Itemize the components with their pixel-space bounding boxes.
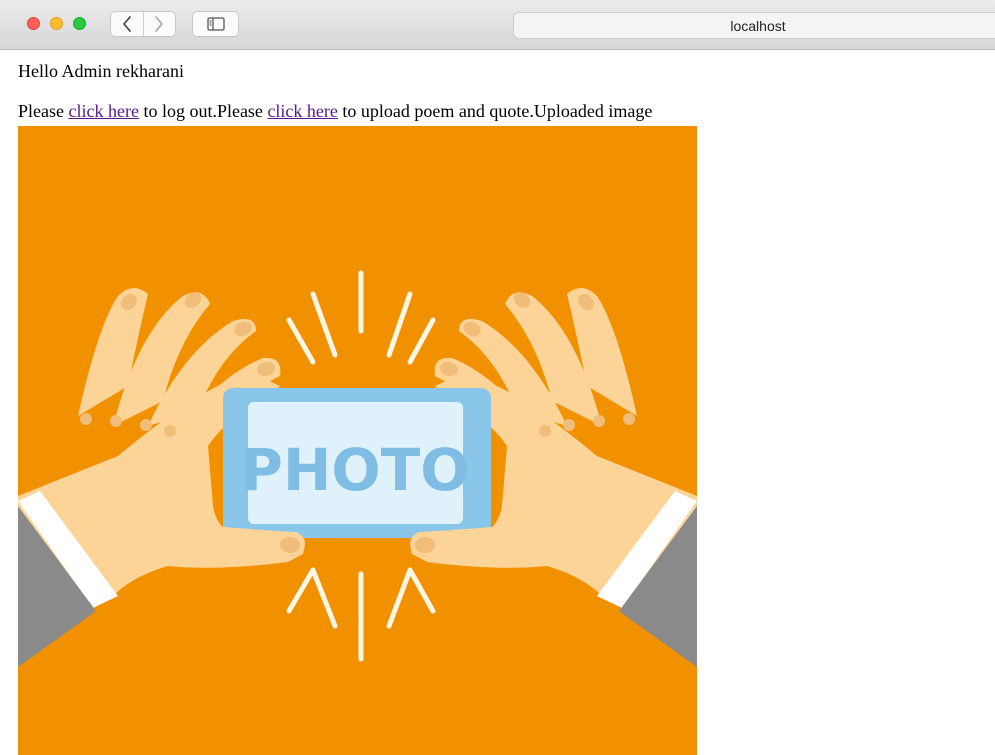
page-content: Hello Admin rekharani Please click here …: [18, 60, 988, 122]
address-text: localhost: [730, 17, 786, 34]
browser-toolbar: localhost: [0, 0, 995, 50]
phone: PHOTO: [223, 388, 491, 538]
uploaded-image: PHOTO: [18, 126, 697, 755]
upload-text: to upload poem and quote.Uploaded image: [337, 101, 653, 121]
minimize-window-button[interactable]: [50, 17, 63, 30]
upload-link[interactable]: click here: [267, 101, 337, 121]
close-window-button[interactable]: [27, 17, 40, 30]
photo-label: PHOTO: [240, 436, 469, 504]
sidebar-icon: [206, 17, 225, 31]
back-button[interactable]: [111, 12, 143, 36]
chevron-right-icon: [155, 16, 164, 32]
chevron-left-icon: [122, 16, 131, 32]
address-bar[interactable]: localhost: [513, 12, 995, 39]
instructions-line: Please click here to log out.Please clic…: [18, 100, 988, 122]
forward-button[interactable]: [142, 12, 176, 36]
greeting-text: Hello Admin rekharani: [18, 61, 184, 81]
zoom-window-button[interactable]: [73, 17, 86, 30]
please-text: Please: [18, 101, 69, 121]
history-nav-group: [110, 11, 176, 37]
show-sidebar-button[interactable]: [192, 11, 239, 37]
logout-link[interactable]: click here: [68, 101, 138, 121]
logout-text: to log out.Please: [138, 101, 268, 121]
